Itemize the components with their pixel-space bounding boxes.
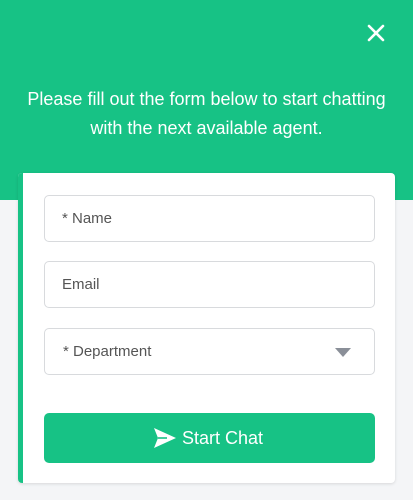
close-button[interactable] <box>363 20 389 46</box>
name-input[interactable] <box>44 195 375 242</box>
department-select[interactable]: * Department <box>44 328 375 375</box>
department-select-label: * Department <box>63 343 152 360</box>
start-chat-label: Start Chat <box>182 428 264 448</box>
intro-text: Please fill out the form below to start … <box>27 89 386 138</box>
card-accent-bar <box>18 173 23 483</box>
start-chat-button[interactable]: Start Chat <box>44 413 375 463</box>
send-icon <box>153 427 177 449</box>
email-input[interactable] <box>44 261 375 308</box>
chevron-down-icon <box>335 348 351 357</box>
close-icon <box>367 24 385 42</box>
